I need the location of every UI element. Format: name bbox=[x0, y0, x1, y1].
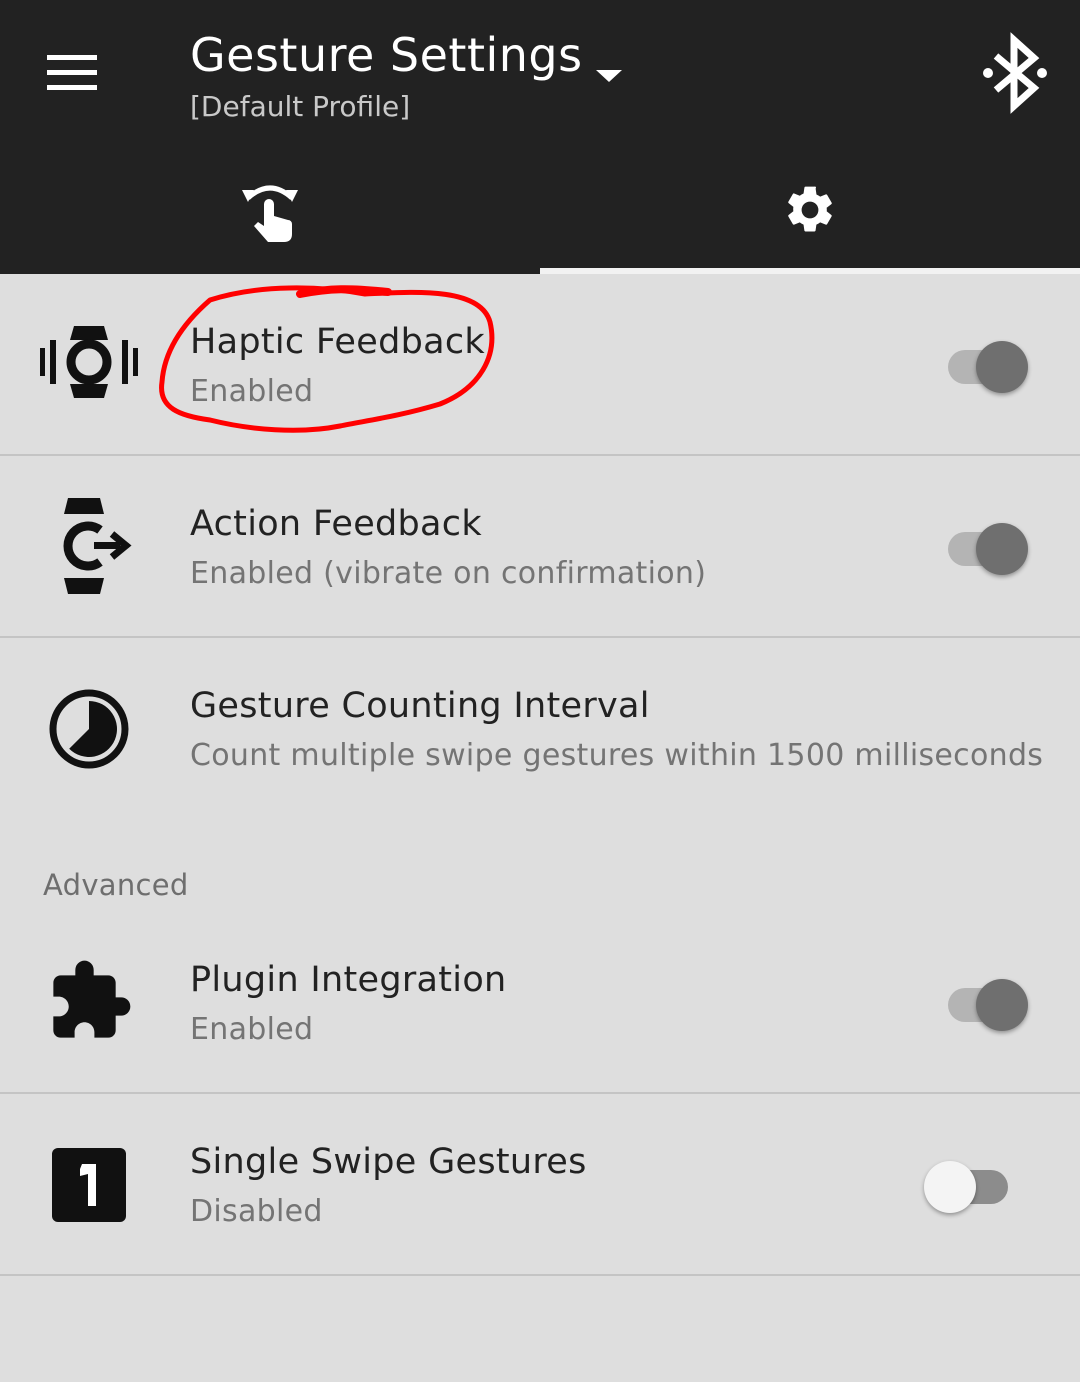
tab-gestures[interactable] bbox=[0, 150, 540, 268]
setting-plugin-integration[interactable]: Plugin Integration Enabled bbox=[0, 912, 1080, 1092]
setting-title: Action Feedback bbox=[190, 504, 482, 544]
touch-gesture-icon bbox=[242, 185, 298, 242]
divider bbox=[0, 1274, 1080, 1276]
timelapse-icon bbox=[49, 689, 129, 769]
watch-action-icon bbox=[63, 498, 132, 594]
setting-title: Haptic Feedback bbox=[190, 322, 485, 362]
bluetooth-searching-icon bbox=[983, 32, 1047, 114]
profile-name: [Default Profile] bbox=[190, 90, 411, 123]
menu-icon bbox=[47, 55, 97, 90]
app-bar: Gesture Settings [Default Profile] bbox=[0, 0, 1080, 274]
tab-settings[interactable] bbox=[540, 150, 1080, 268]
watch-vibration-icon bbox=[40, 326, 138, 398]
setting-haptic-feedback[interactable]: Haptic Feedback Enabled bbox=[0, 274, 1080, 454]
numeric-one-box-icon bbox=[52, 1148, 126, 1222]
bluetooth-button[interactable] bbox=[978, 32, 1058, 116]
setting-title: Gesture Counting Interval bbox=[190, 686, 650, 726]
section-header-advanced: Advanced bbox=[43, 868, 189, 902]
setting-title: Plugin Integration bbox=[190, 960, 507, 1000]
setting-summary: Enabled bbox=[190, 374, 314, 409]
setting-action-feedback[interactable]: Action Feedback Enabled (vibrate on conf… bbox=[0, 456, 1080, 636]
page-title: Gesture Settings bbox=[190, 28, 583, 82]
setting-gesture-counting-interval[interactable]: Gesture Counting Interval Count multiple… bbox=[0, 638, 1080, 818]
setting-summary: Disabled bbox=[190, 1194, 323, 1229]
single-swipe-gestures-switch[interactable] bbox=[924, 1154, 1038, 1214]
setting-summary: Count multiple swipe gestures within 150… bbox=[190, 738, 1044, 773]
setting-title: Single Swipe Gestures bbox=[190, 1142, 587, 1182]
profile-selector[interactable]: Gesture Settings [Default Profile] bbox=[190, 28, 650, 138]
menu-button[interactable] bbox=[30, 40, 116, 106]
setting-summary: Enabled bbox=[190, 1012, 314, 1047]
haptic-feedback-switch[interactable] bbox=[928, 334, 1038, 394]
gear-icon bbox=[788, 186, 832, 232]
plugin-integration-switch[interactable] bbox=[928, 972, 1038, 1032]
arrow-drop-down-icon bbox=[596, 70, 622, 82]
action-feedback-switch[interactable] bbox=[928, 516, 1038, 576]
setting-single-swipe-gestures[interactable]: Single Swipe Gestures Disabled bbox=[0, 1094, 1080, 1274]
tab-bar bbox=[0, 150, 1080, 274]
puzzle-piece-icon bbox=[53, 960, 131, 1038]
setting-summary: Enabled (vibrate on confirmation) bbox=[190, 556, 707, 591]
